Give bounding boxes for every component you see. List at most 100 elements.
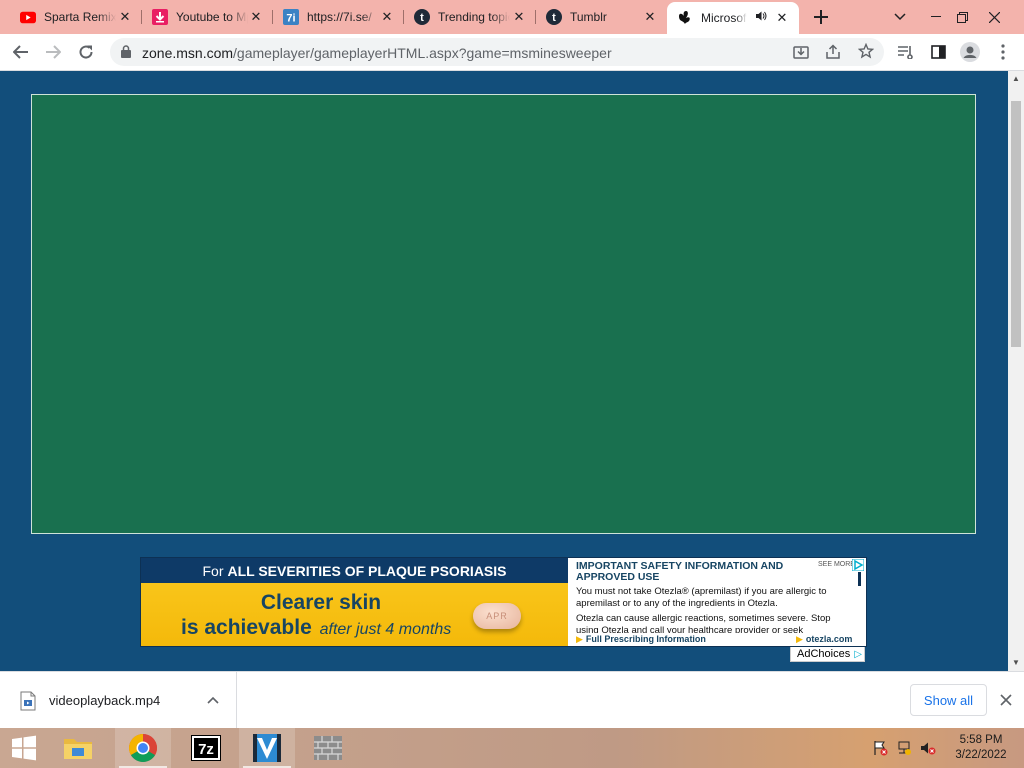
system-tray <box>868 728 940 768</box>
tab-label: Sparta Remix <box>44 10 116 24</box>
profile-avatar-icon[interactable] <box>956 38 984 66</box>
ad-headline: For ALL SEVERITIES OF PLAQUE PSORIASIS <box>141 558 568 583</box>
isi-paragraph: You must not take Otezla® (apremilast) i… <box>576 586 827 609</box>
ad-creative[interactable]: For ALL SEVERITIES OF PLAQUE PSORIASIS C… <box>141 558 568 646</box>
chevron-up-icon[interactable] <box>203 690 223 710</box>
scroll-down-arrow-icon[interactable]: ▼ <box>1008 655 1024 669</box>
kebab-menu-icon[interactable] <box>989 38 1017 66</box>
pill-image: APR <box>473 603 521 629</box>
full-prescribing-info-link[interactable]: ▶ Full Prescribing Information <box>576 634 706 645</box>
file-explorer-icon[interactable] <box>50 728 106 768</box>
windows-start-button[interactable] <box>0 728 48 768</box>
new-tab-button[interactable] <box>809 6 833 28</box>
ad-achievable: is achievable <box>181 616 312 639</box>
ad-clearer-skin: Clearer skin <box>260 591 382 614</box>
adchoices-button[interactable]: AdChoices ▷ <box>790 647 865 662</box>
minesweeper-game-area[interactable] <box>31 94 976 534</box>
isi-body: You must not take Otezla® (apremilast) i… <box>576 586 854 640</box>
install-app-icon[interactable] <box>793 44 809 63</box>
close-tab-icon[interactable]: ✕ <box>378 8 396 26</box>
back-arrow-icon[interactable] <box>7 38 35 66</box>
tab-tumblr[interactable]: t Tumblr ✕ <box>536 4 667 30</box>
scrollbar-thumb[interactable] <box>1011 101 1021 347</box>
close-tab-icon[interactable]: ✕ <box>247 8 265 26</box>
ad-yellow-panel: Clearer skin is achievable after just 4 … <box>141 583 568 646</box>
tab-youtube-to-mp3[interactable]: Youtube to Mp3 ✕ <box>142 4 273 30</box>
svg-text:7i: 7i <box>286 13 295 25</box>
triangle-arrow-icon: ▶ <box>796 634 803 644</box>
tab-label: Microsoft <box>701 11 747 25</box>
volume-muted-icon[interactable] <box>916 728 940 768</box>
tab-sparta-remix[interactable]: Sparta Remix ✕ <box>10 4 142 30</box>
7-zip-icon[interactable]: 7z <box>178 728 234 768</box>
address-bar[interactable]: zone.msn.com/gameplayer/gameplayerHTML.a… <box>110 38 884 66</box>
tab-search-chevron-icon[interactable] <box>883 0 916 34</box>
close-tab-icon[interactable]: ✕ <box>773 9 791 27</box>
pill-imprint: APR <box>486 611 508 621</box>
ad-headline-prefix: For <box>202 562 224 579</box>
otezla-site-link[interactable]: ▶ otezla.com <box>796 634 852 645</box>
reading-list-icon[interactable] <box>892 38 920 66</box>
video-file-icon <box>20 691 36 711</box>
site-label: otezla.com <box>805 634 853 644</box>
close-window-icon[interactable] <box>978 0 1011 34</box>
page-content: For ALL SEVERITIES OF PLAQUE PSORIASIS C… <box>0 71 1008 671</box>
download-arrow-icon <box>152 9 168 25</box>
svg-text:t: t <box>420 12 424 24</box>
taskbar-clock[interactable]: 5:58 PM 3/22/2022 <box>946 733 1016 763</box>
tab-trending-topics[interactable]: t Trending topics ✕ <box>404 4 536 30</box>
ad-headline-bold: ALL SEVERITIES OF PLAQUE PSORIASIS <box>227 562 507 579</box>
adchoices-icon: ▷ <box>854 648 862 660</box>
tab-7i[interactable]: 7i https://7i.se/ ✕ <box>273 4 404 30</box>
video-editor-icon[interactable] <box>239 728 295 768</box>
clock-time: 5:58 PM <box>959 734 1003 746</box>
otezla-ad-banner[interactable]: For ALL SEVERITIES OF PLAQUE PSORIASIS C… <box>140 557 867 647</box>
download-bar: videoplayback.mp4 Show all <box>0 671 1024 729</box>
ad-safety-info[interactable]: IMPORTANT SAFETY INFORMATION AND APPROVE… <box>568 558 866 646</box>
triangle-arrow-icon: ▶ <box>576 634 583 644</box>
browser-toolbar: zone.msn.com/gameplayer/gameplayerHTML.a… <box>0 34 1024 71</box>
network-icon[interactable] <box>892 728 916 768</box>
reload-icon[interactable] <box>72 38 100 66</box>
fpi-label: Full Prescribing Information <box>585 634 706 644</box>
lock-icon[interactable] <box>121 45 131 61</box>
action-center-flag-icon[interactable] <box>868 728 892 768</box>
firewall-brick-icon[interactable] <box>300 728 356 768</box>
tab-label: Trending topics <box>438 10 510 24</box>
forward-arrow-icon[interactable] <box>39 38 67 66</box>
scroll-up-arrow-icon[interactable]: ▲ <box>1008 71 1024 85</box>
tab-microsoft[interactable]: Microsoft ✕ <box>667 2 799 34</box>
msn-butterfly-icon <box>677 10 693 26</box>
tab-label: Tumblr <box>570 10 607 24</box>
clock-date: 3/22/2022 <box>955 749 1007 761</box>
share-icon[interactable] <box>825 44 841 63</box>
svg-text:7z: 7z <box>198 741 214 758</box>
ad-achievable-line: is achievable after just 4 months <box>181 616 481 640</box>
side-panel-icon[interactable] <box>924 38 952 66</box>
close-tab-icon[interactable]: ✕ <box>510 8 528 26</box>
close-tab-icon[interactable]: ✕ <box>116 8 134 26</box>
windows-taskbar: 7z 5:58 PM 3/22/2022 <box>0 728 1024 768</box>
vertical-scrollbar[interactable]: ▲ ▼ <box>1008 71 1024 671</box>
restore-icon[interactable] <box>946 0 979 34</box>
svg-text:t: t <box>552 12 556 24</box>
download-item[interactable]: videoplayback.mp4 <box>0 672 237 729</box>
speaker-icon[interactable] <box>755 10 767 25</box>
close-tab-icon[interactable]: ✕ <box>641 8 659 26</box>
download-filename: videoplayback.mp4 <box>49 693 161 708</box>
close-download-bar-icon[interactable] <box>996 690 1016 710</box>
ad-footer: ▶ Full Prescribing Information ▶ otezla.co… <box>568 633 866 646</box>
show-all-button[interactable]: Show all <box>910 684 987 716</box>
chrome-icon[interactable] <box>115 728 171 768</box>
ad-after-months: after just 4 months <box>319 621 452 638</box>
tumblr-icon: t <box>414 9 430 25</box>
7i-icon: 7i <box>283 9 299 25</box>
see-more-link[interactable]: SEE MORE <box>818 561 855 568</box>
bookmark-star-icon[interactable] <box>857 42 875 62</box>
url-path: /gameplayer/gameplayerHTML.aspx?game=msm… <box>233 45 612 61</box>
isi-scrollbar[interactable] <box>858 572 861 586</box>
adchoices-label: AdChoices <box>797 648 851 660</box>
isi-title: IMPORTANT SAFETY INFORMATION AND APPROVE… <box>576 560 784 583</box>
tab-label: Youtube to Mp3 <box>176 10 248 24</box>
url-text: zone.msn.com/gameplayer/gameplayerHTML.a… <box>142 45 612 61</box>
